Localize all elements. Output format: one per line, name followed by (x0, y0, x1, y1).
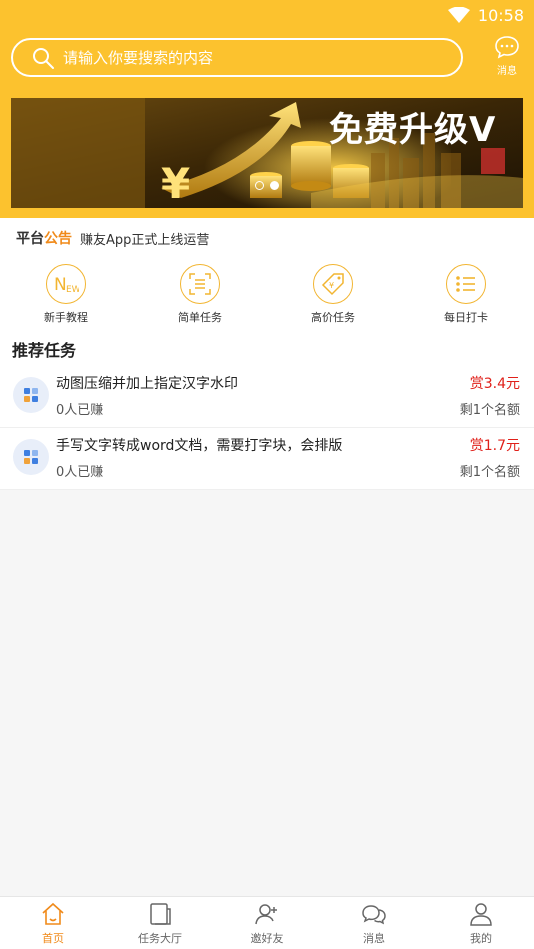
tab-invite-friends[interactable]: 邀好友 (214, 901, 320, 946)
home-icon (42, 902, 64, 925)
tab-home[interactable]: 首页 (0, 901, 106, 946)
task-app-icon (24, 388, 38, 402)
task-item[interactable]: 动图压缩并加上指定汉字水印 0人已赚 赏3.4元 剩1个名额 (0, 366, 534, 428)
tab-label: 任务大厅 (138, 932, 182, 945)
svg-text:EW: EW (66, 285, 79, 295)
task-app-icon (24, 450, 38, 464)
chat-bubble-icon (495, 36, 519, 59)
checklist-icon (456, 276, 475, 292)
tab-messages[interactable]: 消息 (321, 901, 427, 946)
quick-item-daily-checkin[interactable]: 每日打卡 (416, 264, 516, 325)
header-message-button[interactable]: 消息 (492, 35, 522, 77)
header-message-label: 消息 (497, 66, 517, 77)
message-icon (362, 905, 386, 925)
quick-item-tutorial[interactable]: N EW 新手教程 (16, 264, 116, 325)
tab-label: 邀好友 (250, 932, 284, 945)
svg-text:N: N (54, 275, 67, 295)
wifi-icon (447, 7, 470, 23)
tab-label: 我的 (470, 932, 492, 945)
quick-menu: N EW 新手教程 简单任务 ¥ 高价任务 每日打卡 (0, 258, 534, 332)
status-time: 10:58 (477, 5, 524, 25)
quick-item-simple-task[interactable]: 简单任务 (150, 264, 250, 325)
search-icon (33, 47, 54, 69)
search-input[interactable]: 请输入你要搜索的内容 (11, 38, 463, 77)
task-earned-count: 0人已赚 (56, 465, 104, 480)
tab-task-hall[interactable]: 任务大厅 (107, 901, 213, 946)
promo-banner[interactable]: ¥ 免费升级V (11, 98, 523, 208)
bottom-tab-bar: 首页 任务大厅 邀好友 消息 我的 (0, 896, 534, 949)
task-remaining: 剩1个名额 (459, 465, 520, 480)
task-reward: 赏1.7元 (469, 438, 520, 454)
announcement-text: 赚友App正式上线运营 (80, 232, 210, 248)
tab-label: 消息 (363, 932, 385, 945)
banner-title: 免费升级V (329, 110, 497, 150)
profile-icon (470, 903, 492, 926)
svg-text:¥: ¥ (329, 281, 334, 290)
announcement-tag: 平台公告 (16, 231, 72, 247)
task-reward: 赏3.4元 (469, 376, 520, 392)
quick-item-label: 每日打卡 (444, 311, 488, 324)
banner-dot[interactable] (255, 181, 264, 190)
price-tag-icon: ¥ (321, 273, 344, 296)
quick-item-label: 简单任务 (178, 311, 222, 324)
document-scan-icon (189, 273, 211, 295)
banner-pagination (255, 181, 279, 190)
status-bar: 10:58 (447, 4, 524, 26)
task-hall-icon (150, 903, 171, 925)
invite-friend-icon (255, 904, 277, 925)
task-item[interactable]: 手写文字转成word文档，需要打字块，会排版 0人已赚 赏1.7元 剩1个名额 (0, 428, 534, 490)
announcement-bar[interactable]: 平台公告 赚友App正式上线运营 (0, 218, 534, 258)
banner-dot-active[interactable] (270, 181, 279, 190)
search-placeholder: 请输入你要搜索的内容 (63, 49, 214, 67)
task-name: 手写文字转成word文档，需要打字块，会排版 (56, 438, 343, 454)
app-header: 10:58 请输入你要搜索的内容 消息 ¥ 免费升级V (0, 0, 534, 218)
tab-profile[interactable]: 我的 (428, 901, 534, 946)
recommend-title: 推荐任务 (0, 332, 534, 366)
svg-text:¥: ¥ (161, 159, 190, 208)
task-remaining: 剩1个名额 (459, 403, 520, 418)
tab-label: 首页 (42, 932, 64, 945)
quick-item-label: 新手教程 (44, 311, 88, 324)
quick-item-high-price[interactable]: ¥ 高价任务 (283, 264, 383, 325)
task-earned-count: 0人已赚 (56, 403, 104, 418)
quick-item-label: 高价任务 (311, 311, 355, 324)
task-name: 动图压缩并加上指定汉字水印 (56, 376, 238, 392)
new-icon: N EW (54, 275, 79, 295)
